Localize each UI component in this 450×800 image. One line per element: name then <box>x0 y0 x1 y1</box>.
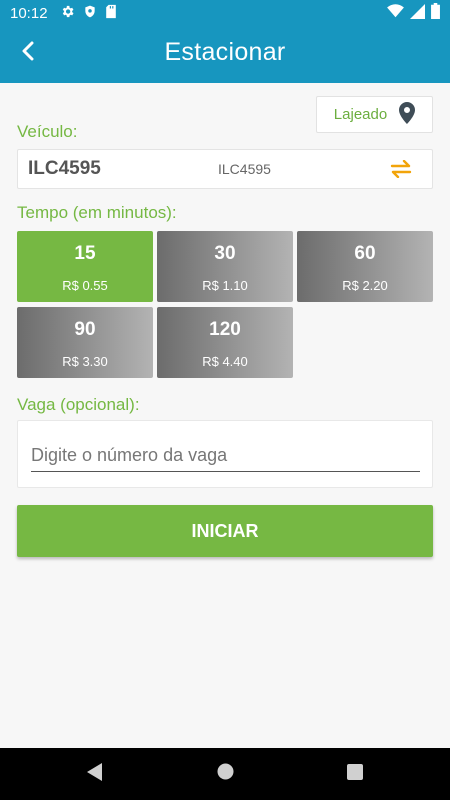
nav-back-button[interactable] <box>80 759 110 789</box>
app-bar: 10:12 Estacionar <box>0 0 450 83</box>
time-option-price: R$ 3.30 <box>62 354 108 369</box>
vehicle-plate: ILC4595 <box>28 158 101 179</box>
status-time: 10:12 <box>10 4 48 22</box>
time-option-minutes: 120 <box>209 319 241 340</box>
time-option-15[interactable]: 15 R$ 0.55 <box>17 231 153 302</box>
nav-recents-icon <box>347 763 363 785</box>
vaga-card <box>17 420 433 488</box>
vaga-input[interactable] <box>31 440 420 472</box>
time-option-minutes: 15 <box>74 243 96 264</box>
time-option-90[interactable]: 90 R$ 3.30 <box>17 307 153 378</box>
location-pin-icon <box>399 101 416 128</box>
start-button[interactable]: INICIAR <box>17 505 433 557</box>
system-nav-bar <box>0 748 450 800</box>
sd-card-icon <box>105 4 117 23</box>
toolbar: Estacionar <box>0 26 450 83</box>
wifi-icon <box>387 4 404 22</box>
status-bar: 10:12 <box>0 0 450 26</box>
swap-icon[interactable] <box>390 160 412 178</box>
page-title: Estacionar <box>164 38 286 66</box>
nav-back-icon <box>87 762 103 786</box>
time-option-60[interactable]: 60 R$ 2.20 <box>297 231 433 302</box>
settings-icon <box>60 4 75 23</box>
battery-icon <box>431 3 440 23</box>
vehicle-selector[interactable]: ILC4595 ILC4595 <box>17 149 433 189</box>
location-selector[interactable]: Lajeado <box>316 96 433 133</box>
cellular-icon <box>410 3 425 23</box>
time-option-price: R$ 1.10 <box>202 278 248 293</box>
time-option-price: R$ 4.40 <box>202 354 248 369</box>
time-option-minutes: 90 <box>74 319 96 340</box>
back-arrow-icon <box>20 41 38 66</box>
location-city: Lajeado <box>333 106 388 123</box>
time-option-price: R$ 0.55 <box>62 278 108 293</box>
shield-icon <box>83 4 97 23</box>
back-button[interactable] <box>14 38 44 68</box>
time-option-minutes: 30 <box>214 243 236 264</box>
time-option-30[interactable]: 30 R$ 1.10 <box>157 231 293 302</box>
nav-home-icon <box>217 763 234 785</box>
vaga-label: Vaga (opcional): <box>17 395 140 414</box>
nav-recents-button[interactable] <box>340 759 370 789</box>
vehicle-description: ILC4595 <box>218 161 271 177</box>
time-option-120[interactable]: 120 R$ 4.40 <box>157 307 293 378</box>
time-option-price: R$ 2.20 <box>342 278 388 293</box>
time-label: Tempo (em minutos): <box>17 203 177 222</box>
vehicle-label: Veículo: <box>17 122 78 141</box>
nav-home-button[interactable] <box>210 759 240 789</box>
time-option-minutes: 60 <box>354 243 376 264</box>
